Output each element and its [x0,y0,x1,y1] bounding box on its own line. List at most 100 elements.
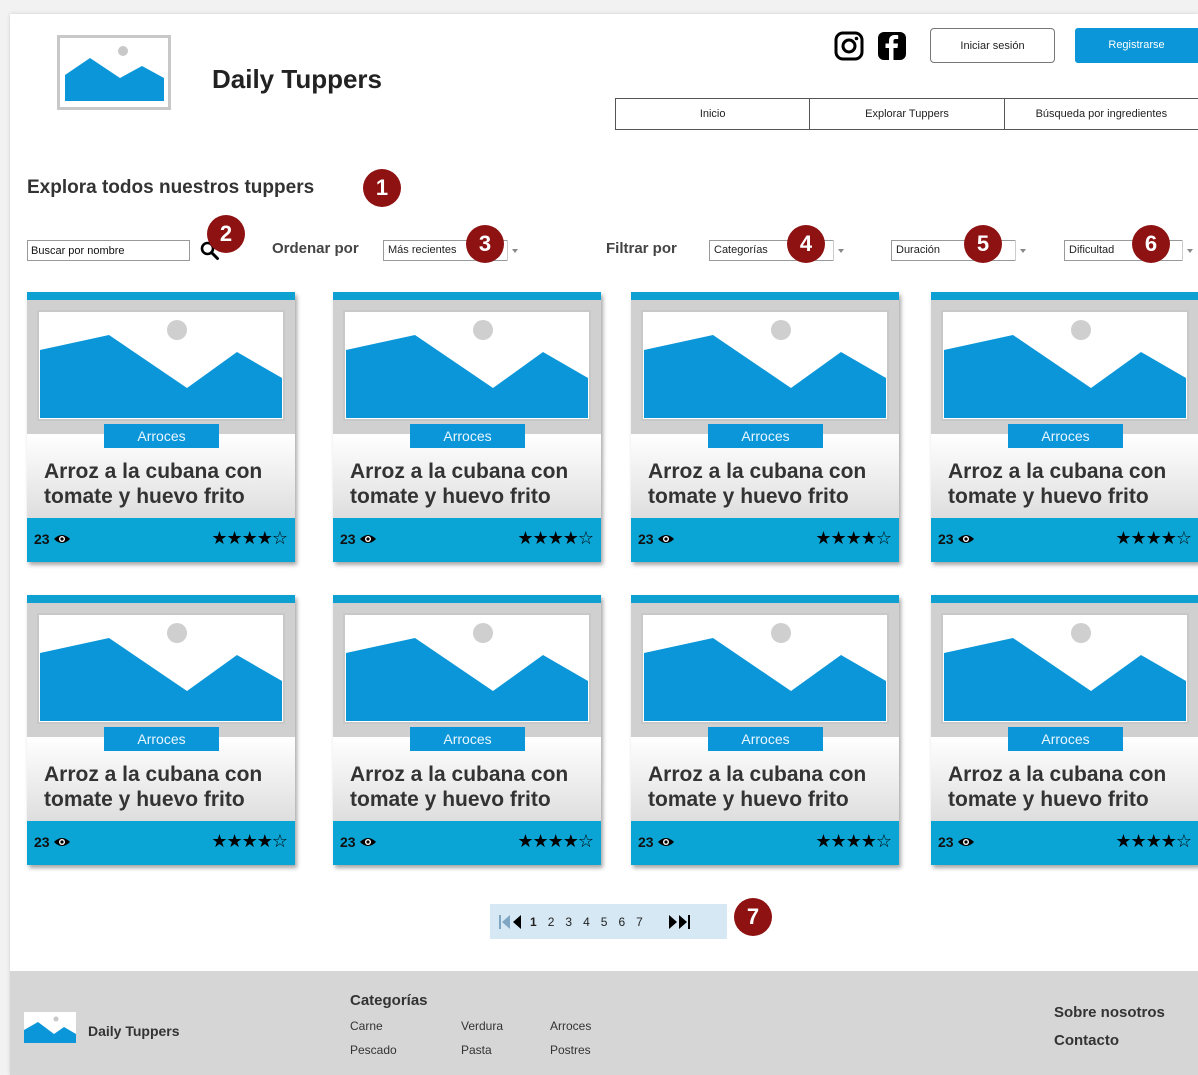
recipe-card[interactable]: Arroces Arroz a la cubana con tomate y h… [333,292,601,562]
chevron-down-icon[interactable] [833,240,848,261]
annotation-badge: 3 [466,225,504,263]
recipe-card[interactable]: Arroces Arroz a la cubana con tomate y h… [631,595,899,865]
footer-link-pescado[interactable]: Pescado [350,1043,397,1057]
page-number[interactable]: 3 [565,915,572,929]
footer-link-carne[interactable]: Carne [350,1019,383,1033]
star-rating[interactable]: ★★★★☆ [815,528,892,549]
annotation-badge: 6 [1132,225,1170,263]
view-count-value: 23 [638,531,654,547]
view-count: 23 [638,834,675,850]
filter-label: Filtrar por [606,240,677,257]
star-rating[interactable]: ★★★★☆ [517,831,594,852]
card-top-bar [333,292,601,300]
nav-item-ingredientes[interactable]: Búsqueda por ingredientes [1005,99,1198,129]
recipe-image[interactable] [37,613,285,724]
recipe-title[interactable]: Arroz a la cubana con tomate y huevo fri… [948,762,1193,812]
footer-logo[interactable] [24,1012,76,1043]
last-page-icon[interactable] [678,914,690,929]
eye-icon [658,838,675,846]
star-rating[interactable]: ★★★★☆ [211,831,288,852]
prev-page-icon[interactable] [512,914,522,929]
register-button[interactable]: Registrarse [1075,28,1198,63]
image-placeholder-icon [37,310,285,421]
recipe-image[interactable] [941,310,1189,421]
next-page-icon[interactable] [668,914,678,929]
view-count: 23 [638,531,675,547]
recipe-card[interactable]: Arroces Arroz a la cubana con tomate y h… [931,292,1198,562]
card-top-bar [631,595,899,603]
search-input[interactable] [27,240,190,261]
view-count: 23 [938,531,975,547]
recipe-image[interactable] [641,613,889,724]
recipe-card[interactable]: Arroces Arroz a la cubana con tomate y h… [931,595,1198,865]
footer-link-verdura[interactable]: Verdura [461,1019,503,1033]
category-tag[interactable]: Arroces [1008,424,1123,448]
category-tag[interactable]: Arroces [708,727,823,751]
star-rating[interactable]: ★★★★☆ [211,528,288,549]
view-count-value: 23 [938,531,954,547]
recipe-title[interactable]: Arroz a la cubana con tomate y huevo fri… [350,762,595,812]
footer-link-postres[interactable]: Postres [550,1043,591,1057]
nav-item-inicio[interactable]: Inicio [616,99,811,129]
view-count-value: 23 [34,834,50,850]
star-rating[interactable]: ★★★★☆ [1115,528,1192,549]
login-button[interactable]: Iniciar sesión [930,28,1055,63]
page-number[interactable]: 2 [548,915,555,929]
recipe-title[interactable]: Arroz a la cubana con tomate y huevo fri… [648,762,893,812]
chevron-down-icon[interactable] [1182,240,1198,261]
page-number[interactable]: 7 [636,915,643,929]
star-rating[interactable]: ★★★★☆ [1115,831,1192,852]
view-count: 23 [340,834,377,850]
recipe-card[interactable]: Arroces Arroz a la cubana con tomate y h… [27,292,295,562]
recipe-title[interactable]: Arroz a la cubana con tomate y huevo fri… [648,459,893,509]
category-tag[interactable]: Arroces [104,727,219,751]
recipe-card[interactable]: Arroces Arroz a la cubana con tomate y h… [333,595,601,865]
category-tag[interactable]: Arroces [104,424,219,448]
footer-link-pasta[interactable]: Pasta [461,1043,492,1057]
recipe-card[interactable]: Arroces Arroz a la cubana con tomate y h… [27,595,295,865]
card-top-bar [931,595,1198,603]
card-footer: 23 ★★★★☆ [631,518,899,562]
chevron-down-icon[interactable] [1015,240,1030,261]
page-number[interactable]: 1 [530,915,537,929]
category-tag[interactable]: Arroces [410,727,525,751]
first-page-icon[interactable] [499,914,510,929]
recipe-image[interactable] [343,310,591,421]
recipe-title[interactable]: Arroz a la cubana con tomate y huevo fri… [44,459,289,509]
category-tag[interactable]: Arroces [1008,727,1123,751]
footer-link-about[interactable]: Sobre nosotros [1054,1004,1165,1021]
page-number[interactable]: 4 [583,915,590,929]
facebook-icon[interactable] [877,31,907,61]
category-tag[interactable]: Arroces [708,424,823,448]
image-placeholder-icon [941,613,1189,724]
page-number[interactable]: 5 [601,915,608,929]
recipe-image[interactable] [37,310,285,421]
recipe-title[interactable]: Arroz a la cubana con tomate y huevo fri… [350,459,595,509]
footer-link-contact[interactable]: Contacto [1054,1032,1119,1049]
nav-item-explorar[interactable]: Explorar Tuppers [810,99,1005,129]
image-placeholder-icon [941,310,1189,421]
annotation-badge: 1 [363,169,401,207]
site-logo[interactable] [57,35,171,110]
view-count-value: 23 [340,834,356,850]
star-rating[interactable]: ★★★★☆ [815,831,892,852]
footer-categories-title: Categorías [350,992,428,1009]
image-placeholder-icon [37,613,285,724]
recipe-image[interactable] [343,613,591,724]
category-tag[interactable]: Arroces [410,424,525,448]
recipe-title[interactable]: Arroz a la cubana con tomate y huevo fri… [44,762,289,812]
recipe-image[interactable] [641,310,889,421]
instagram-icon[interactable] [834,31,864,61]
chevron-down-icon[interactable] [507,240,522,261]
footer-link-arroces[interactable]: Arroces [550,1019,591,1033]
card-footer: 23 ★★★★☆ [333,821,601,865]
star-rating[interactable]: ★★★★☆ [517,528,594,549]
page-number[interactable]: 6 [618,915,625,929]
recipe-image[interactable] [941,613,1189,724]
image-placeholder-icon [343,613,591,724]
recipe-title[interactable]: Arroz a la cubana con tomate y huevo fri… [948,459,1193,509]
card-top-bar [27,595,295,603]
recipe-card[interactable]: Arroces Arroz a la cubana con tomate y h… [631,292,899,562]
card-top-bar [27,292,295,300]
eye-icon [958,535,975,543]
